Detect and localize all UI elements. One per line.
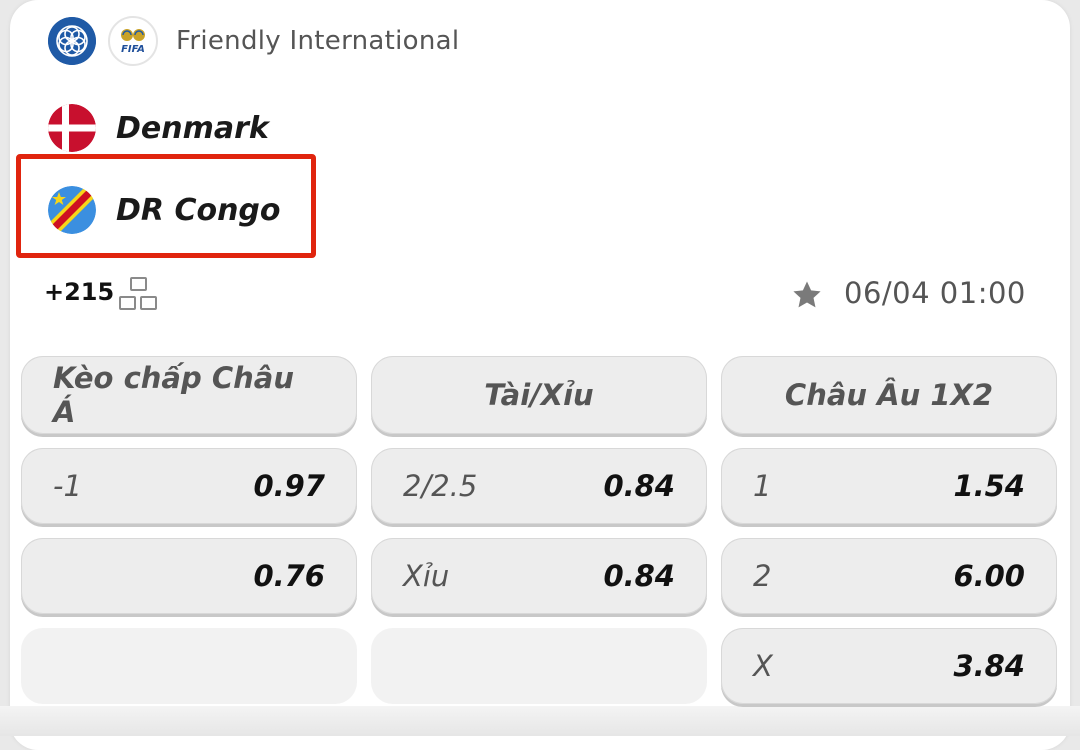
odds-value: 3.84 (953, 649, 1025, 683)
odds-cell-under[interactable]: Xỉu 0.84 (371, 538, 707, 614)
fifa-logo-icon: FIFA (108, 16, 158, 66)
star-icon[interactable] (790, 278, 824, 312)
odds-cell-asian-handicap-home[interactable]: -1 0.97 (21, 448, 357, 524)
odds-cell-over[interactable]: 2/2.5 0.84 (371, 448, 707, 524)
header-asian-handicap[interactable]: Kèo chấp Châu Á (21, 356, 357, 434)
home-team[interactable]: Denmark (48, 103, 269, 153)
league-row[interactable]: FIFA Friendly International (48, 16, 459, 66)
home-team-name: Denmark (116, 110, 269, 146)
confederation-logo-icon (48, 17, 96, 65)
odds-cell-empty (371, 628, 707, 704)
denmark-flag-icon (48, 104, 96, 152)
odds-value: 0.84 (603, 469, 675, 503)
next-card-edge (0, 706, 1080, 736)
odds-label: Xỉu (403, 559, 450, 593)
header-over-under[interactable]: Tài/Xỉu (371, 356, 707, 434)
highlight-annotation-box (16, 154, 316, 258)
odds-value: 6.00 (953, 559, 1025, 593)
odds-cell-home-win[interactable]: 1 1.54 (721, 448, 1057, 524)
match-datetime: 06/04 01:00 (844, 276, 1026, 310)
league-name: Friendly International (176, 26, 460, 56)
odds-cell-asian-handicap-away[interactable]: 0.76 (21, 538, 357, 614)
odds-value: 0.97 (253, 469, 325, 503)
odds-value: 0.84 (603, 559, 675, 593)
odds-label: -1 (53, 469, 82, 503)
odds-label: 2/2.5 (403, 469, 478, 503)
odds-label: 2 (753, 559, 772, 593)
odds-value: 1.54 (953, 469, 1025, 503)
odds-label: X (753, 649, 773, 683)
odds-label: 1 (753, 469, 772, 503)
odds-value: 0.76 (253, 559, 325, 593)
odds-cell-draw[interactable]: X 3.84 (721, 628, 1057, 704)
odds-cell-empty (21, 628, 357, 704)
markets-grid-icon[interactable] (118, 276, 160, 312)
svg-text:FIFA: FIFA (121, 44, 145, 55)
more-markets-count[interactable]: +215 (44, 278, 114, 306)
odds-cell-away-win[interactable]: 2 6.00 (721, 538, 1057, 614)
header-1x2[interactable]: Châu Âu 1X2 (721, 356, 1057, 434)
